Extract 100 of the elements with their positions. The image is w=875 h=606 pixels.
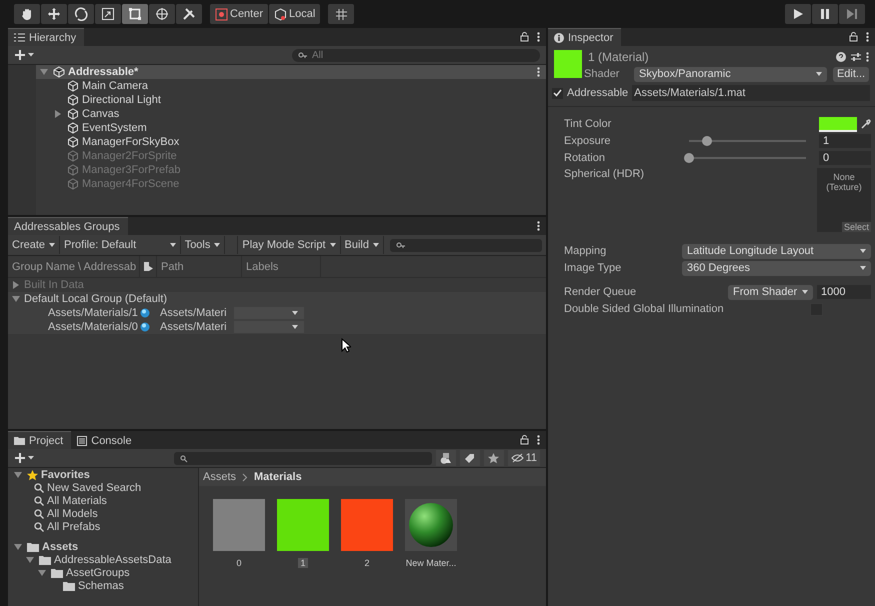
material-swatch[interactable] (341, 499, 393, 551)
eyedropper-icon[interactable] (861, 119, 871, 129)
hierarchy-item[interactable]: Canvas (36, 107, 546, 121)
help-icon[interactable] (836, 52, 846, 62)
lock-icon[interactable] (520, 435, 529, 445)
favorites-header[interactable]: Favorites (8, 469, 198, 482)
cube-icon (274, 8, 288, 20)
hierarchy-item[interactable]: Main Camera (36, 79, 546, 93)
hand-icon (20, 7, 34, 21)
breadcrumb-item[interactable]: Assets (203, 471, 236, 483)
sliders-icon[interactable] (851, 52, 861, 62)
playback-button[interactable] (812, 4, 838, 24)
addressable-checkbox[interactable] (552, 88, 563, 98)
texture-slot[interactable]: None (Texture) Select (817, 168, 871, 232)
shader-dropdown[interactable]: Skybox/Panoramic (634, 66, 827, 82)
breadcrumb-item[interactable]: Materials (254, 471, 302, 483)
foldout-arrow-icon[interactable] (55, 110, 61, 118)
rect-tool-icon (128, 7, 142, 21)
saved-search-item[interactable]: New Saved Search (8, 482, 198, 495)
material-preview (554, 50, 582, 78)
hierarchy-tab[interactable]: Hierarchy (8, 28, 84, 46)
inspector-tab[interactable]: Inspector (548, 28, 622, 46)
material-swatch[interactable] (213, 499, 265, 551)
favorite-button[interactable] (484, 450, 504, 466)
folder-tree-item[interactable]: Schemas (8, 579, 198, 592)
address-field[interactable]: Assets/Materials/1.mat (632, 85, 870, 101)
group-row[interactable]: Default Local Group (Default) (8, 292, 546, 306)
column-header[interactable]: Labels (242, 256, 321, 277)
filter-label-button[interactable] (460, 450, 480, 466)
asset-name[interactable]: 0 (234, 558, 244, 568)
folder-tree-item[interactable]: AssetGroups (8, 566, 198, 580)
render-queue-dropdown[interactable]: From Shader (728, 284, 813, 300)
more-icon[interactable] (537, 435, 540, 445)
search-field[interactable] (390, 238, 542, 252)
panel-tab[interactable]: Project (8, 431, 72, 449)
search-field[interactable]: All (292, 48, 540, 62)
saved-search-item[interactable]: All Materials (8, 494, 198, 508)
lock-icon[interactable] (849, 32, 858, 42)
search-icon (34, 483, 44, 494)
more-icon[interactable] (537, 221, 540, 231)
column-header[interactable]: Group Name \ Addressab (8, 256, 140, 277)
hierarchy-item[interactable]: EventSystem (36, 121, 546, 135)
search-field[interactable] (174, 452, 432, 464)
property-dropdown[interactable]: Latitude Longitude Layout (682, 244, 871, 258)
add-dropdown-icon[interactable] (14, 452, 36, 464)
lock-icon[interactable] (520, 32, 529, 42)
tool-button[interactable] (122, 4, 148, 24)
tool-button[interactable] (95, 4, 121, 24)
grid-snap-button[interactable] (328, 4, 354, 24)
menu-dropdown[interactable]: Tools (180, 236, 226, 254)
more-icon[interactable] (866, 32, 869, 42)
pivot-button[interactable]: Local (269, 4, 320, 24)
property-label: Render Queue (564, 286, 638, 298)
number-field[interactable]: 1000 (817, 285, 871, 299)
addressables-groups-tab[interactable]: Addressables Groups (8, 217, 128, 235)
asset-name[interactable]: 1 (298, 558, 308, 568)
property-dropdown[interactable]: 360 Degrees (682, 260, 871, 276)
material-swatch[interactable] (277, 499, 329, 551)
tool-button[interactable] (149, 4, 175, 24)
playback-button[interactable] (785, 4, 811, 24)
menu-dropdown[interactable]: Create (8, 236, 60, 254)
eye-crossed-icon (510, 453, 524, 463)
select-button[interactable]: Select (842, 222, 871, 232)
edit-button[interactable]: Edit... (833, 66, 869, 82)
more-icon[interactable] (537, 67, 540, 77)
scene-row[interactable]: Addressable* (36, 65, 546, 79)
hidden-count-button[interactable]: 11 (508, 450, 540, 466)
tool-button[interactable] (14, 4, 40, 24)
pause-icon (819, 8, 831, 20)
saved-search-item[interactable]: All Models (8, 507, 198, 520)
color-field[interactable] (819, 116, 857, 132)
console-icon (77, 436, 88, 446)
more-icon[interactable] (866, 52, 869, 62)
property-label: Spherical (HDR) (564, 168, 646, 180)
add-dropdown-icon[interactable] (14, 49, 36, 61)
folder-tree-item[interactable]: Assets (8, 540, 198, 554)
number-field[interactable]: 0 (819, 151, 871, 165)
hierarchy-item[interactable]: Directional Light (36, 93, 546, 107)
tool-button[interactable] (176, 4, 202, 24)
saved-search-item[interactable]: All Prefabs (8, 520, 198, 533)
filter-type-button[interactable] (436, 450, 456, 466)
slider-thumb[interactable] (702, 136, 712, 146)
number-field[interactable]: 1 (819, 134, 871, 148)
asset-name[interactable]: New Mater... (404, 558, 458, 568)
asset-name[interactable]: 2 (362, 558, 372, 568)
more-icon[interactable] (537, 32, 540, 42)
shapes-icon (440, 452, 452, 464)
column-header[interactable]: Path (157, 256, 242, 277)
slider-thumb[interactable] (684, 153, 694, 163)
table-cell-text: Assets/Materials/0 (47, 321, 138, 333)
panel-tab[interactable]: Console (71, 432, 140, 449)
menu-dropdown[interactable]: Play Mode Script (237, 236, 341, 254)
menu-dropdown[interactable]: Build (340, 236, 384, 254)
pivot-button[interactable]: Center (210, 4, 268, 24)
menu-dropdown[interactable]: Profile: Default (60, 236, 181, 254)
tool-button[interactable] (68, 4, 94, 24)
tool-button[interactable] (41, 4, 67, 24)
grid-icon (334, 8, 348, 20)
folder-tree-item[interactable]: AddressableAssetsData (8, 554, 198, 567)
hierarchy-item[interactable]: ManagerForSkyBox (36, 135, 546, 149)
